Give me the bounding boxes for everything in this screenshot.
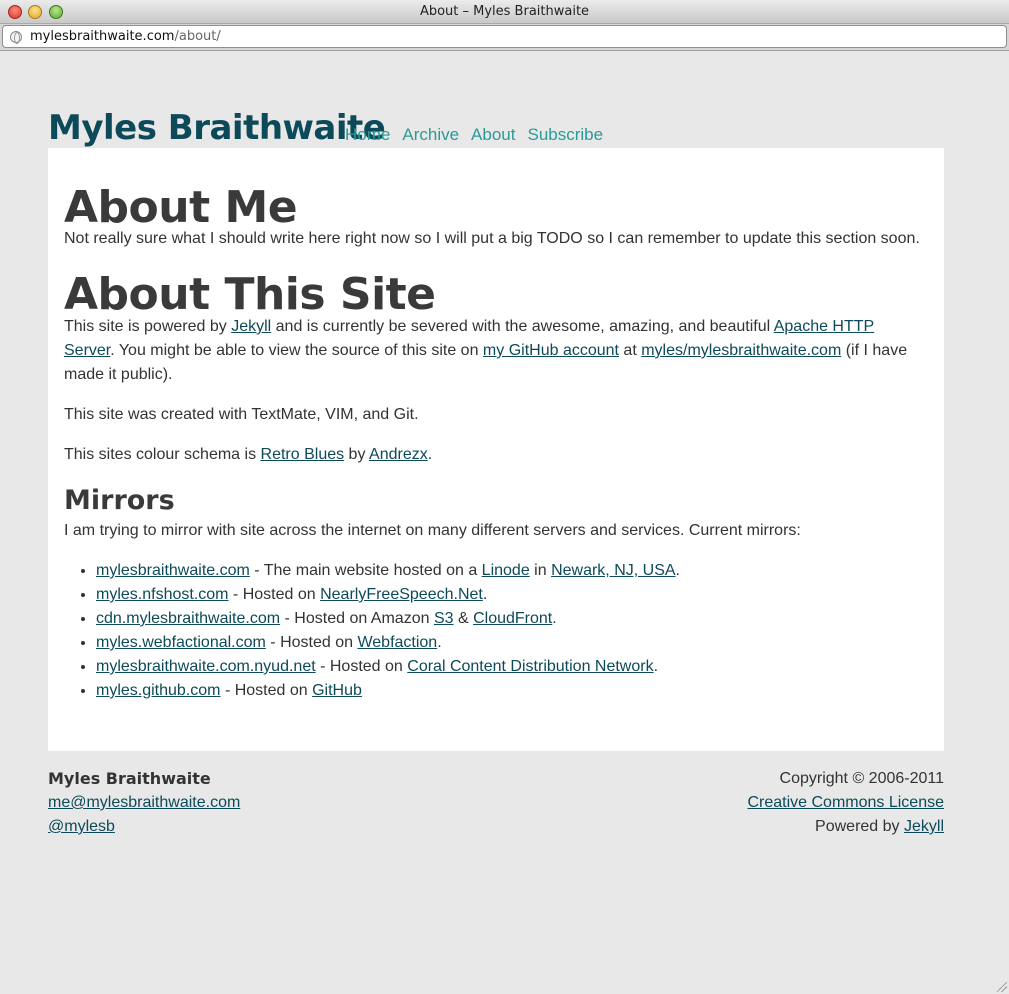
linode-link[interactable]: Linode	[482, 562, 530, 579]
twitter-link[interactable]: @mylesb	[48, 818, 115, 835]
text: - Hosted on	[220, 682, 313, 699]
footer-right: Copyright © 2006-2011 Creative Commons L…	[747, 767, 944, 839]
text: .	[552, 610, 557, 627]
list-item: mylesbraithwaite.com - The main website …	[96, 559, 680, 583]
footer-left: Myles Braithwaite me@mylesbraithwaite.co…	[48, 767, 240, 839]
mirrors-intro: I am trying to mirror with site across t…	[64, 522, 801, 539]
text: .	[437, 634, 442, 651]
url-field[interactable]: mylesbraithwaite.com/about/	[2, 25, 1007, 48]
colour-schema-paragraph: This sites colour schema is Retro Blues …	[64, 443, 432, 467]
text: - Hosted on Amazon	[280, 610, 434, 627]
text: - Hosted on	[315, 658, 408, 675]
text: in	[529, 562, 552, 579]
footer-name: Myles Braithwaite	[48, 769, 211, 788]
cloudfront-link[interactable]: CloudFront	[473, 610, 552, 627]
url-path: /about/	[174, 29, 221, 44]
webfaction-link[interactable]: Webfaction	[357, 634, 437, 651]
mirror-list: mylesbraithwaite.com - The main website …	[96, 559, 680, 703]
text: .	[675, 562, 680, 579]
site-title[interactable]: Myles Braithwaite	[48, 108, 386, 148]
text: by	[344, 446, 370, 463]
text: . You might be able to view the source o…	[110, 342, 483, 359]
about-site-paragraph: This site is powered by Jekyll and is cu…	[64, 315, 924, 387]
url-host: mylesbraithwaite.com	[30, 29, 175, 44]
text: - Hosted on	[228, 586, 321, 603]
nav-archive[interactable]: Archive	[402, 125, 459, 144]
mirror-site-link[interactable]: myles.webfactional.com	[96, 634, 266, 651]
resize-grip-icon[interactable]	[997, 982, 1007, 992]
text: Powered by	[815, 818, 904, 835]
nav-home[interactable]: Home	[345, 125, 390, 144]
url-text[interactable]: mylesbraithwaite.com/about/	[30, 29, 221, 44]
list-item: myles.github.com - Hosted on GitHub	[96, 679, 680, 703]
list-item: mylesbraithwaite.com.nyud.net - Hosted o…	[96, 655, 680, 679]
copyright-text: Copyright © 2006-2011	[779, 770, 944, 787]
main-nav: Home Archive About Subscribe	[345, 125, 615, 145]
mirror-site-link[interactable]: mylesbraithwaite.com	[96, 562, 250, 579]
mirror-site-link[interactable]: myles.nfshost.com	[96, 586, 228, 603]
list-item: myles.nfshost.com - Hosted on NearlyFree…	[96, 583, 680, 607]
text: at	[618, 342, 642, 359]
nav-about[interactable]: About	[471, 125, 515, 144]
mirrors-heading: Mirrors	[64, 485, 175, 516]
window-title: About – Myles Braithwaite	[419, 4, 590, 19]
globe-icon	[10, 31, 22, 44]
nav-subscribe[interactable]: Subscribe	[527, 125, 603, 144]
nfs-link[interactable]: NearlyFreeSpeech.Net	[320, 586, 483, 603]
andrezx-link[interactable]: Andrezx	[369, 446, 428, 463]
text: - The main website hosted on a	[249, 562, 482, 579]
retro-blues-link[interactable]: Retro Blues	[261, 446, 345, 463]
window-titlebar: About – Myles Braithwaite	[0, 0, 1009, 24]
text: &	[453, 610, 474, 627]
text: .	[653, 658, 659, 675]
list-item: myles.webfactional.com - Hosted on Webfa…	[96, 631, 680, 655]
powered-by: Powered by Jekyll	[747, 815, 944, 839]
email-link[interactable]: me@mylesbraithwaite.com	[48, 794, 240, 811]
coral-link[interactable]: Coral Content Distribution Network	[407, 658, 653, 675]
main-content: About Me Not really sure what I should w…	[48, 148, 944, 751]
powered-jekyll-link[interactable]: Jekyll	[904, 818, 944, 835]
list-item: cdn.mylesbraithwaite.com - Hosted on Ama…	[96, 607, 680, 631]
about-site-heading: About This Site	[64, 269, 436, 320]
about-me-text: Not really sure what I should write here…	[64, 230, 920, 247]
text: and is currently be severed with the awe…	[271, 318, 774, 335]
text: - Hosted on	[265, 634, 358, 651]
newark-link[interactable]: Newark, NJ, USA	[551, 562, 675, 579]
mirror-site-link[interactable]: myles.github.com	[96, 682, 221, 699]
jekyll-link[interactable]: Jekyll	[231, 318, 271, 335]
s3-link[interactable]: S3	[434, 610, 454, 627]
text: This site is powered by	[64, 318, 232, 335]
about-me-heading: About Me	[64, 182, 298, 233]
repo-link[interactable]: myles/mylesbraithwaite.com	[641, 342, 841, 359]
github-account-link[interactable]: my GitHub account	[483, 342, 619, 359]
tools-paragraph: This site was created with TextMate, VIM…	[64, 406, 419, 423]
text: .	[427, 446, 433, 463]
address-bar: mylesbraithwaite.com/about/	[0, 24, 1009, 51]
mirror-site-link[interactable]: mylesbraithwaite.com.nyud.net	[96, 658, 316, 675]
mirror-site-link[interactable]: cdn.mylesbraithwaite.com	[96, 610, 280, 627]
text: This sites colour schema is	[64, 446, 261, 463]
text: .	[482, 586, 488, 603]
github-link[interactable]: GitHub	[312, 682, 362, 699]
license-link[interactable]: Creative Commons License	[747, 794, 944, 811]
